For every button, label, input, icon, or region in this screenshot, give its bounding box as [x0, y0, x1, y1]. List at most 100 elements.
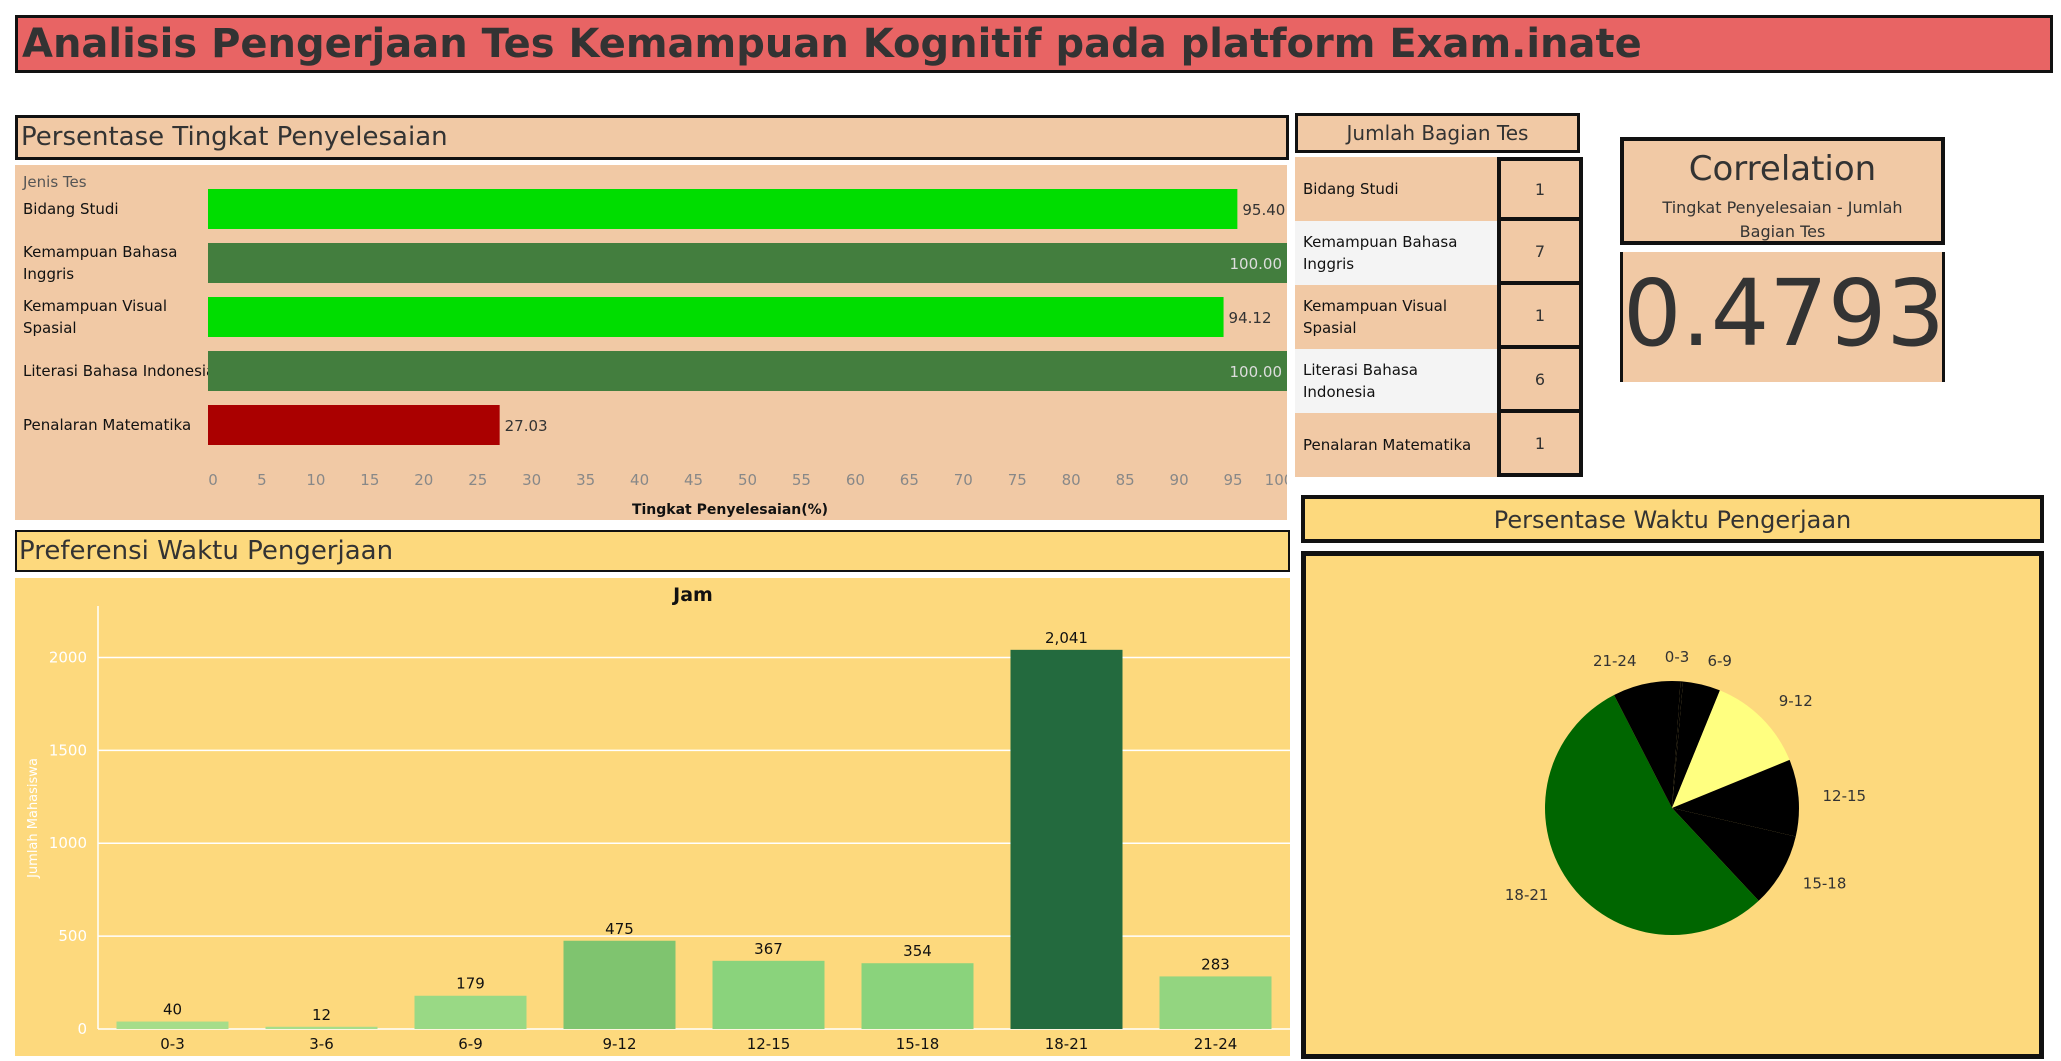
preference-chart-panel: Jam 0 500 1000 1500 2000 Jumlah Mahasiswa 40 0-3…: [15, 578, 1290, 1056]
y-tick-label: 1000: [49, 834, 87, 852]
pie-slice-label: 12-15: [1823, 787, 1867, 805]
x-tick-label: 35: [576, 471, 595, 489]
bar-value-label: 95.40: [1242, 201, 1285, 219]
test-count-value: 1: [1497, 285, 1583, 349]
time-share-pie-panel: 0-3 6-9 9-12 12-15 15-18 18-21 21-24: [1301, 551, 2044, 1059]
preference-bar-chart: Jam 0 500 1000 1500 2000 Jumlah Mahasiswa 40 0-3…: [26, 584, 1290, 1053]
x-tick-label: 65: [900, 471, 919, 489]
preference-section-title: Preferensi Waktu Pengerjaan: [15, 530, 1290, 572]
x-tick-label: 5: [257, 471, 267, 489]
test-name: Literasi Bahasa Indonesia: [1303, 361, 1418, 401]
pie-slice-label: 15-18: [1803, 874, 1847, 892]
bar: [414, 995, 527, 1029]
x-tick-label: 0: [208, 471, 218, 489]
bar: [208, 189, 1238, 229]
bar: [208, 405, 500, 445]
time-share-section-title-text: Persentase Waktu Pengerjaan: [1493, 506, 1852, 534]
x-tick-label: 55: [792, 471, 811, 489]
x-tick-label: 25: [468, 471, 487, 489]
x-tick-label: 20: [414, 471, 433, 489]
bar-value-label: 100.00: [1230, 255, 1283, 273]
bar-value-label: 475: [605, 920, 634, 938]
x-tick-label: 40: [630, 471, 649, 489]
x-tick-label: 75: [1008, 471, 1027, 489]
x-tick-label: 90: [1170, 471, 1189, 489]
x-tick-label: 45: [684, 471, 703, 489]
x-tick-label: 15: [360, 471, 379, 489]
correlation-value: 0.4793: [1623, 260, 1945, 367]
x-tick-label: 12-15: [747, 1035, 791, 1053]
bar: [563, 940, 676, 1029]
bar: [861, 963, 974, 1029]
x-tick-label: 80: [1062, 471, 1081, 489]
dashboard-title: Analisis Pengerjaan Tes Kemampuan Kognit…: [22, 21, 1642, 67]
x-tick-label: 6-9: [458, 1035, 483, 1053]
bar: [116, 1021, 229, 1029]
x-tick-label: 18-21: [1045, 1035, 1089, 1053]
bar: [208, 297, 1224, 337]
x-tick-label: 100: [1265, 471, 1287, 489]
bar: [208, 243, 1287, 283]
bar-value-label: 12: [312, 1006, 331, 1024]
completion-bar-chart: Jenis Tes Bidang Studi 95.40 Kemampuan Baha…: [22, 173, 1293, 518]
table-row: Kemampuan Visual Spasial 1: [1295, 285, 1583, 349]
x-tick-label: 70: [954, 471, 973, 489]
y-axis-label: Jumlah Mahasiswa: [26, 758, 41, 879]
pie-slice-label: 18-21: [1505, 886, 1549, 904]
x-tick-label: 21-24: [1194, 1035, 1238, 1053]
x-tick-label: 0-3: [160, 1035, 185, 1053]
test-count-table: Bidang Studi 1 Kemampuan Bahasa Inggris …: [1295, 157, 1583, 479]
correlation-heading: Correlation: [1688, 149, 1877, 189]
x-tick-label: 60: [846, 471, 865, 489]
bar: [712, 960, 825, 1029]
chart-title: Jam: [671, 584, 713, 606]
x-tick-label: 3-6: [309, 1035, 334, 1053]
time-share-pie-chart: 0-3 6-9 9-12 12-15 15-18 18-21 21-24: [1505, 648, 1867, 935]
bar-value-label: 179: [456, 975, 485, 993]
time-share-section-title: Persentase Waktu Pengerjaan: [1301, 495, 2044, 543]
dashboard-title-bar: Analisis Pengerjaan Tes Kemampuan Kognit…: [15, 15, 2053, 73]
y-tick-label: 0: [77, 1020, 87, 1038]
category-label: Spasial: [23, 319, 77, 337]
bar-value-label: 100.00: [1230, 363, 1283, 381]
bar-value-label: 40: [163, 1001, 182, 1019]
completion-section-title-text: Persentase Tingkat Penyelesaian: [21, 122, 448, 152]
bar-value-label: 367: [754, 940, 783, 958]
x-tick-label: 15-18: [896, 1035, 940, 1053]
table-row: Literasi Bahasa Indonesia 6: [1295, 349, 1583, 413]
test-count-value: 7: [1497, 221, 1583, 285]
category-label: Kemampuan Visual: [23, 297, 167, 315]
bar: [265, 1026, 378, 1029]
x-tick-label: 50: [738, 471, 757, 489]
y-tick-label: 1500: [49, 741, 87, 759]
preference-section-title-text: Preferensi Waktu Pengerjaan: [19, 536, 394, 566]
category-label: Inggris: [23, 265, 74, 283]
test-name: Bidang Studi: [1303, 180, 1399, 198]
correlation-subtitle: Tingkat Penyelesaian - Jumlah Bagian Tes: [1662, 198, 1903, 241]
bar-value-label: 283: [1201, 955, 1230, 973]
table-row: Kemampuan Bahasa Inggris 7: [1295, 221, 1583, 285]
test-name: Penalaran Matematika: [1303, 436, 1472, 454]
x-tick-label: 85: [1116, 471, 1135, 489]
y-tick-label: 2000: [49, 648, 87, 666]
test-name: Kemampuan Bahasa Inggris: [1303, 233, 1458, 273]
pie-slice-label: 9-12: [1779, 692, 1813, 710]
bar: [1010, 649, 1123, 1029]
completion-chart-panel: Jenis Tes Bidang Studi 95.40 Kemampuan Baha…: [15, 165, 1293, 520]
category-label: Literasi Bahasa Indonesia: [23, 362, 215, 380]
category-label: Kemampuan Bahasa: [23, 243, 177, 261]
test-count-value: 1: [1497, 157, 1583, 221]
correlation-value-card: 0.4793: [1620, 252, 1945, 382]
pie-slice-label: 0-3: [1665, 648, 1690, 666]
x-tick-label: 30: [522, 471, 541, 489]
test-name: Kemampuan Visual Spasial: [1303, 297, 1448, 337]
x-axis-label: Tingkat Penyelesaian(%): [632, 502, 828, 518]
x-tick-label: 10: [306, 471, 325, 489]
completion-section-title: Persentase Tingkat Penyelesaian: [15, 115, 1289, 160]
bar-value-label: 27.03: [505, 417, 548, 435]
test-count-value: 1: [1497, 413, 1583, 477]
correlation-header-card: Correlation Tingkat Penyelesaian - Jumla…: [1620, 137, 1945, 245]
table-row: Bidang Studi 1: [1295, 157, 1583, 221]
x-tick-label: 9-12: [602, 1035, 636, 1053]
bar: [1159, 976, 1272, 1029]
